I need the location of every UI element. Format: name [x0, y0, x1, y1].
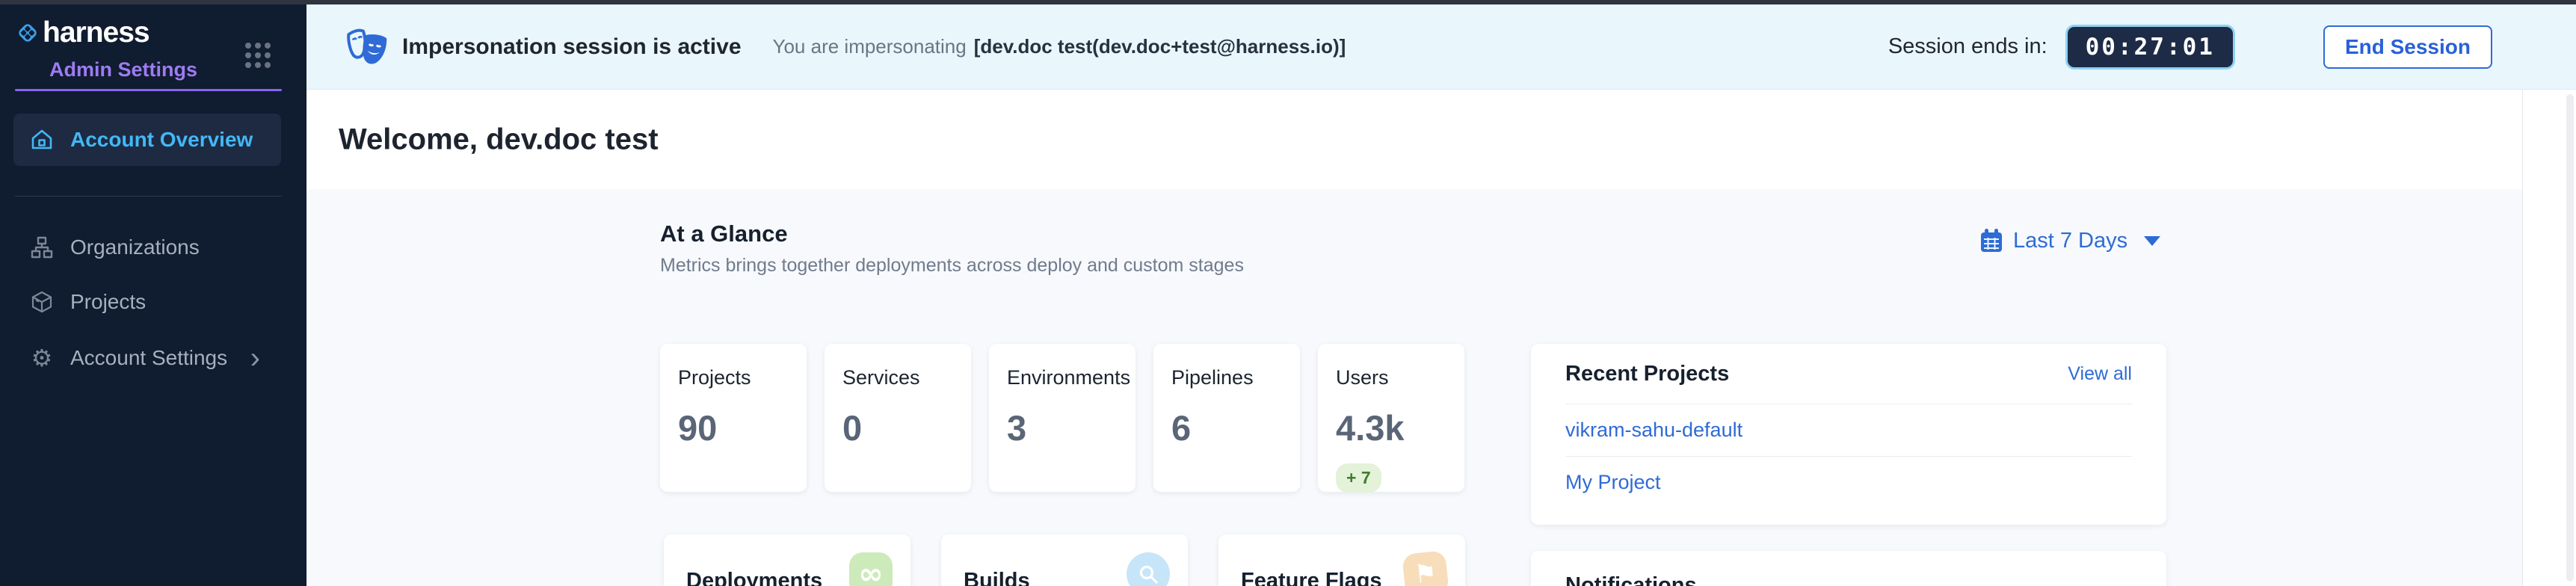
project-link[interactable]: My Project: [1565, 471, 1661, 494]
stat-value: 0: [842, 407, 953, 448]
page-title: Welcome, dev.doc test: [339, 123, 659, 156]
brand-name: harness: [43, 16, 150, 49]
at-a-glance-title: At a Glance: [660, 220, 788, 247]
date-range-selector[interactable]: Last 7 Days: [1979, 228, 2160, 253]
stat-label: Projects: [678, 366, 789, 389]
impersonated-user: [dev.doc test(dev.doc+test@harness.io)]: [974, 35, 1346, 58]
flag-icon: ⚑: [1402, 550, 1449, 586]
sidebar-item-label: Projects: [70, 290, 146, 314]
home-icon: [30, 128, 54, 152]
modules-row: Deployments ∞ Builds Feature Flags ⚑: [664, 534, 1465, 586]
stat-card-pipelines[interactable]: Pipelines 6: [1153, 344, 1300, 492]
impersonation-banner: Impersonation session is active You are …: [306, 4, 2576, 90]
recent-project-row: vikram-sahu-default: [1565, 404, 2132, 456]
module-card-deployments[interactable]: Deployments ∞: [664, 534, 910, 586]
harness-logo[interactable]: harness: [16, 16, 150, 49]
stat-label: Users: [1336, 366, 1446, 389]
org-chart-icon: [30, 235, 54, 259]
caret-down-icon: [2144, 236, 2160, 246]
module-label: Deployments: [686, 569, 822, 586]
stat-value: 6: [1171, 407, 1282, 448]
stat-label: Pipelines: [1171, 366, 1282, 389]
stat-value: 3: [1007, 407, 1118, 448]
infinity-icon: ∞: [849, 552, 893, 586]
banner-title: Impersonation session is active: [402, 34, 742, 60]
at-a-glance-subtitle: Metrics brings together deployments acro…: [660, 255, 1244, 277]
module-card-feature-flags[interactable]: Feature Flags ⚑: [1218, 534, 1465, 586]
calendar-icon: [1979, 228, 2003, 253]
sidebar-divider: [15, 196, 282, 197]
welcome-band: Welcome, dev.doc test: [306, 90, 2522, 189]
app-screen: harness Admin Settings Account Overview …: [0, 0, 2576, 586]
stat-label: Services: [842, 366, 953, 389]
dashboard-area: At a Glance Metrics brings together depl…: [306, 189, 2522, 586]
cube-icon: [30, 290, 54, 314]
stat-card-environments[interactable]: Environments 3: [989, 344, 1136, 492]
sidebar-item-organizations[interactable]: Organizations: [13, 221, 281, 274]
chevron-right-icon: ›: [250, 343, 260, 373]
brand-underline: [15, 89, 282, 91]
admin-settings-label: Admin Settings: [49, 58, 197, 81]
date-range-label: Last 7 Days: [2013, 229, 2127, 253]
recent-projects-title: Recent Projects: [1565, 362, 1729, 386]
module-label: Builds: [964, 569, 1030, 586]
recent-project-row: My Project: [1565, 456, 2132, 508]
impersonating-prefix: You are impersonating: [773, 35, 967, 58]
end-session-button[interactable]: End Session: [2323, 25, 2492, 69]
vertical-scrollbar[interactable]: [2566, 94, 2574, 582]
stat-card-users[interactable]: Users 4.3k + 7: [1318, 344, 1464, 492]
sidebar-item-account-overview[interactable]: Account Overview: [13, 114, 281, 166]
notifications-card: Notifications: [1531, 551, 2166, 586]
module-label: Feature Flags: [1241, 569, 1382, 586]
module-card-builds[interactable]: Builds: [941, 534, 1188, 586]
sidebar-item-projects[interactable]: Projects: [13, 276, 281, 328]
stat-label: Environments: [1007, 366, 1118, 389]
gear-icon: ⚙: [30, 346, 54, 370]
sidebar-item-label: Account Overview: [70, 128, 253, 152]
view-all-link[interactable]: View all: [2068, 363, 2132, 385]
harness-logo-icon: [16, 21, 40, 45]
sidebar-item-account-settings[interactable]: ⚙ Account Settings ›: [13, 332, 281, 384]
magnifier-icon: [1127, 552, 1170, 586]
sidebar: harness Admin Settings Account Overview …: [0, 4, 306, 586]
session-timer: 00:27:01: [2065, 25, 2235, 70]
sidebar-item-label: Organizations: [70, 235, 200, 259]
project-link[interactable]: vikram-sahu-default: [1565, 419, 1743, 442]
stat-card-services[interactable]: Services 0: [825, 344, 971, 492]
stat-value: 90: [678, 407, 789, 448]
theater-masks-icon: [345, 27, 389, 67]
stat-value: 4.3k: [1336, 407, 1446, 448]
stat-card-projects[interactable]: Projects 90: [660, 344, 807, 492]
stats-row: Projects 90 Services 0 Environments 3 Pi…: [660, 344, 1464, 492]
users-delta-badge: + 7: [1336, 463, 1381, 493]
recent-projects-card: Recent Projects View all vikram-sahu-def…: [1531, 344, 2166, 525]
module-grid-icon[interactable]: [245, 43, 271, 68]
session-ends-label: Session ends in:: [1888, 34, 2047, 59]
notifications-title: Notifications: [1565, 573, 2132, 586]
sidebar-item-label: Account Settings: [70, 346, 227, 370]
